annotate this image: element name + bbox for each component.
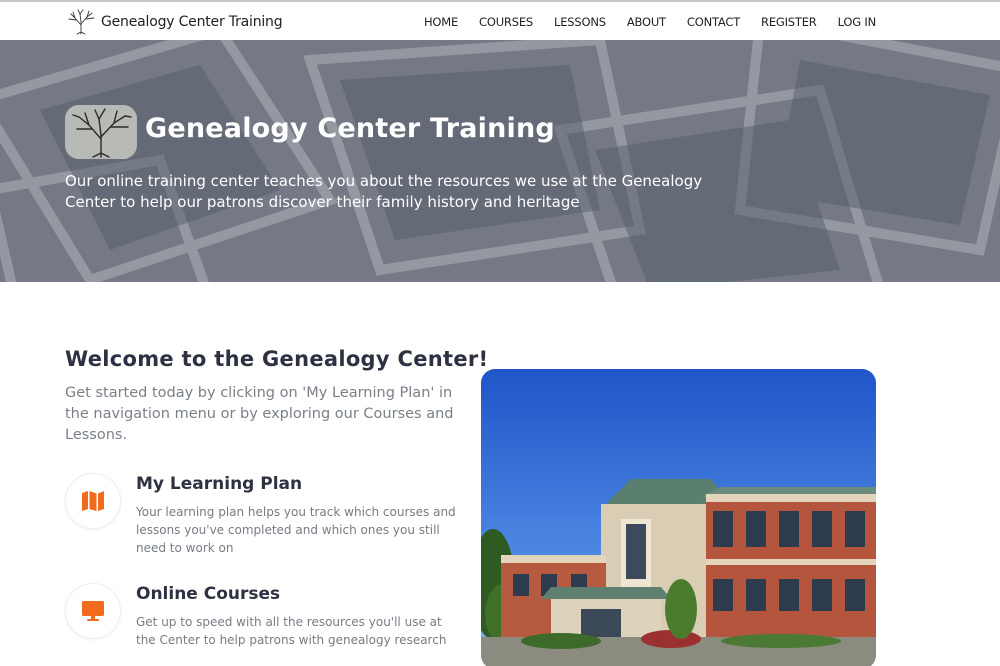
nav-contact[interactable]: CONTACT: [687, 15, 740, 29]
nav-register[interactable]: REGISTER: [761, 15, 817, 29]
hero-banner: Genealogy Center Training Our online tra…: [0, 40, 1000, 282]
hero-subtitle: Our online training center teaches you a…: [65, 172, 703, 211]
nav-login[interactable]: LOG IN: [838, 15, 877, 29]
nav-courses[interactable]: COURSES: [479, 15, 533, 29]
feature-icon-circle: [65, 583, 121, 639]
nav-home[interactable]: HOME: [424, 15, 458, 29]
brand-link[interactable]: Genealogy Center Training: [65, 8, 283, 36]
feature-icon-circle: [65, 473, 121, 529]
map-icon: [82, 491, 104, 511]
intro-text: Get started today by clicking on 'My Lea…: [65, 385, 454, 443]
tree-logo-icon: [68, 9, 95, 35]
nav-lessons[interactable]: LESSONS: [554, 15, 606, 29]
monitor-icon: [82, 601, 104, 621]
brand-name: Genealogy Center Training: [101, 14, 283, 30]
feature-description: Get up to speed with all the resources y…: [136, 615, 447, 647]
feature-description: Your learning plan helps you track which…: [136, 505, 456, 555]
top-navbar: Genealogy Center Training HOME COURSES L…: [0, 0, 1000, 40]
feature-title[interactable]: Online Courses: [136, 584, 280, 604]
nav-about[interactable]: ABOUT: [627, 15, 666, 29]
welcome-heading: Welcome to the Genealogy Center!: [65, 347, 489, 371]
hero-title: Genealogy Center Training: [145, 113, 555, 144]
hero-tree-logo: [65, 105, 137, 159]
feature-title[interactable]: My Learning Plan: [136, 474, 302, 494]
hero-background-image: [0, 40, 1000, 282]
main-nav: HOME COURSES LESSONS ABOUT CONTACT REGIS…: [424, 2, 876, 42]
tree-icon: [65, 105, 137, 159]
genealogy-center-building-photo: [481, 369, 876, 666]
